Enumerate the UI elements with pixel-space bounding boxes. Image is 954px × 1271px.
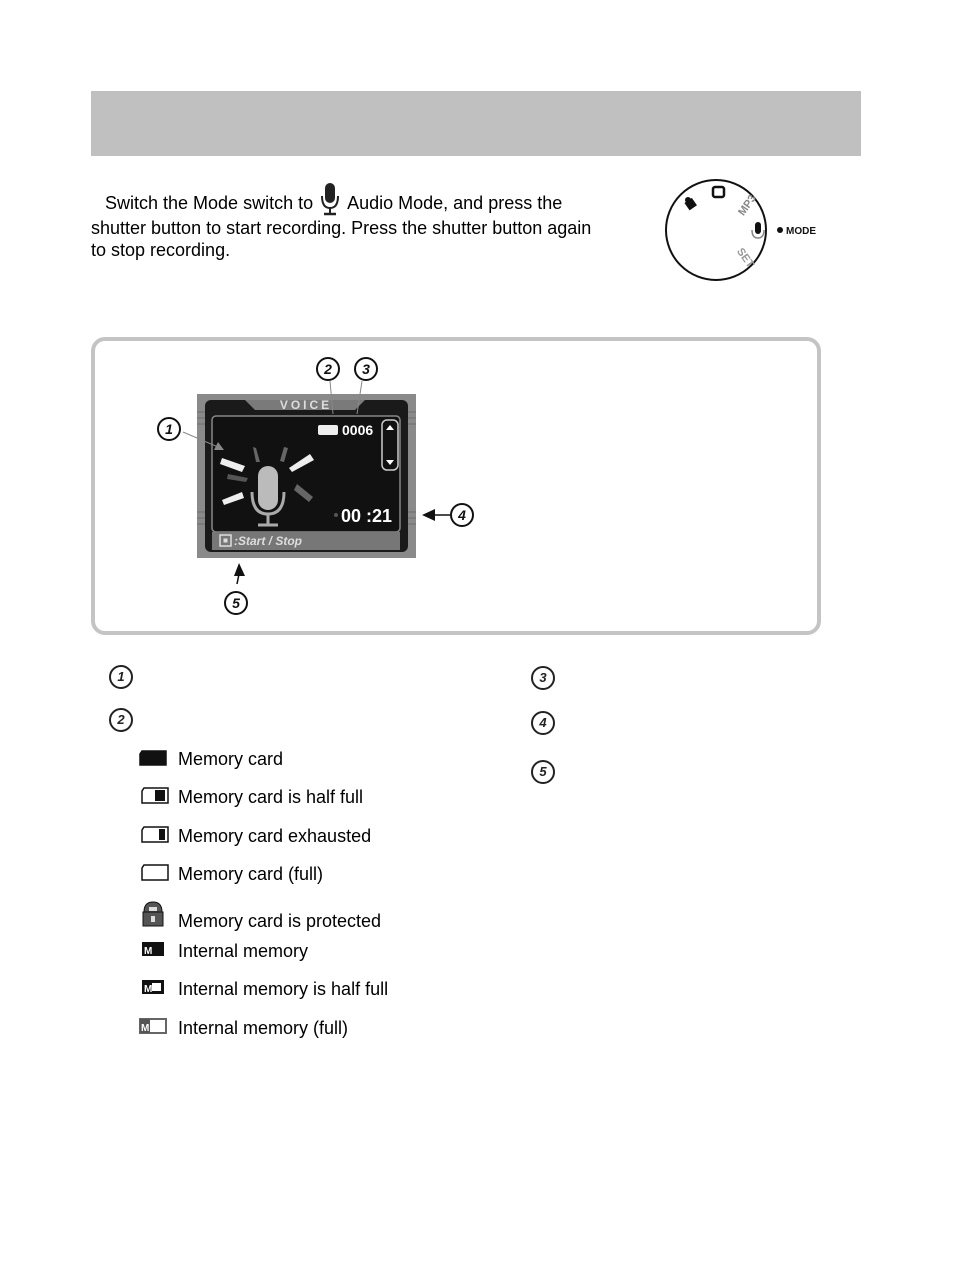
lock-icon bbox=[138, 900, 172, 930]
callout-4: 4 bbox=[457, 507, 466, 523]
intro-line1-before: Switch the Mode switch to bbox=[105, 193, 314, 213]
legend-number-5: 5 bbox=[531, 760, 555, 784]
callout-3: 3 bbox=[362, 361, 370, 377]
intro-line2: shutter button to start recording. Press… bbox=[91, 218, 592, 238]
lcd-screen-illustration: VOICE 0006 00 :21:Start / Stop 1 2 3 4 … bbox=[150, 352, 490, 622]
mode-dial: MP3 SET MODE bbox=[664, 176, 834, 286]
screen-counter: 0006 bbox=[342, 422, 373, 438]
legend-item-memory-card-full: Memory card (full) bbox=[138, 863, 323, 885]
internal-memory-half-icon: M bbox=[138, 978, 172, 1000]
svg-text:M: M bbox=[144, 946, 152, 957]
memory-card-icon bbox=[138, 748, 172, 770]
legend-item-memory-card: Memory card bbox=[138, 748, 283, 770]
legend-number-1: 1 bbox=[109, 665, 133, 689]
intro-line1-after: Audio Mode, and press the bbox=[347, 193, 563, 213]
legend-item-internal-memory-half: M Internal memory is half full bbox=[138, 978, 388, 1000]
mode-label: MODE bbox=[786, 226, 816, 237]
microphone-icon bbox=[319, 181, 341, 217]
screen-memory-icon bbox=[318, 425, 338, 435]
recording-time: 00 :21 bbox=[341, 506, 392, 526]
callout-5: 5 bbox=[232, 595, 240, 611]
start-stop-hint: :Start / Stop bbox=[234, 534, 302, 548]
internal-memory-full-icon: M bbox=[138, 1017, 172, 1039]
internal-memory-icon: M bbox=[138, 940, 172, 962]
callout-2: 2 bbox=[323, 361, 332, 377]
section-header-bar bbox=[91, 91, 861, 156]
memory-card-full-icon bbox=[138, 863, 172, 885]
legend-number-3: 3 bbox=[531, 666, 555, 690]
legend-item-internal-memory-full: M Internal memory (full) bbox=[138, 1017, 348, 1039]
legend-item-memory-card-exhausted: Memory card exhausted bbox=[138, 825, 371, 847]
legend-item-memory-protected: Memory card is protected bbox=[138, 898, 381, 932]
memory-card-half-icon bbox=[138, 786, 172, 808]
svg-text:M: M bbox=[141, 1023, 149, 1034]
svg-text:M: M bbox=[144, 984, 152, 995]
legend-item-internal-memory: M Internal memory bbox=[138, 940, 308, 962]
memory-card-exhausted-icon bbox=[138, 825, 172, 847]
screen-title: VOICE bbox=[280, 398, 332, 412]
legend-number-2: 2 bbox=[109, 708, 133, 732]
intro-paragraph: Switch the Mode switch to Audio Mode, and… bbox=[91, 181, 636, 261]
legend-item-memory-card-half: Memory card is half full bbox=[138, 786, 363, 808]
intro-line3: to stop recording. bbox=[91, 240, 231, 260]
legend-number-4: 4 bbox=[531, 711, 555, 735]
callout-1: 1 bbox=[165, 421, 173, 437]
